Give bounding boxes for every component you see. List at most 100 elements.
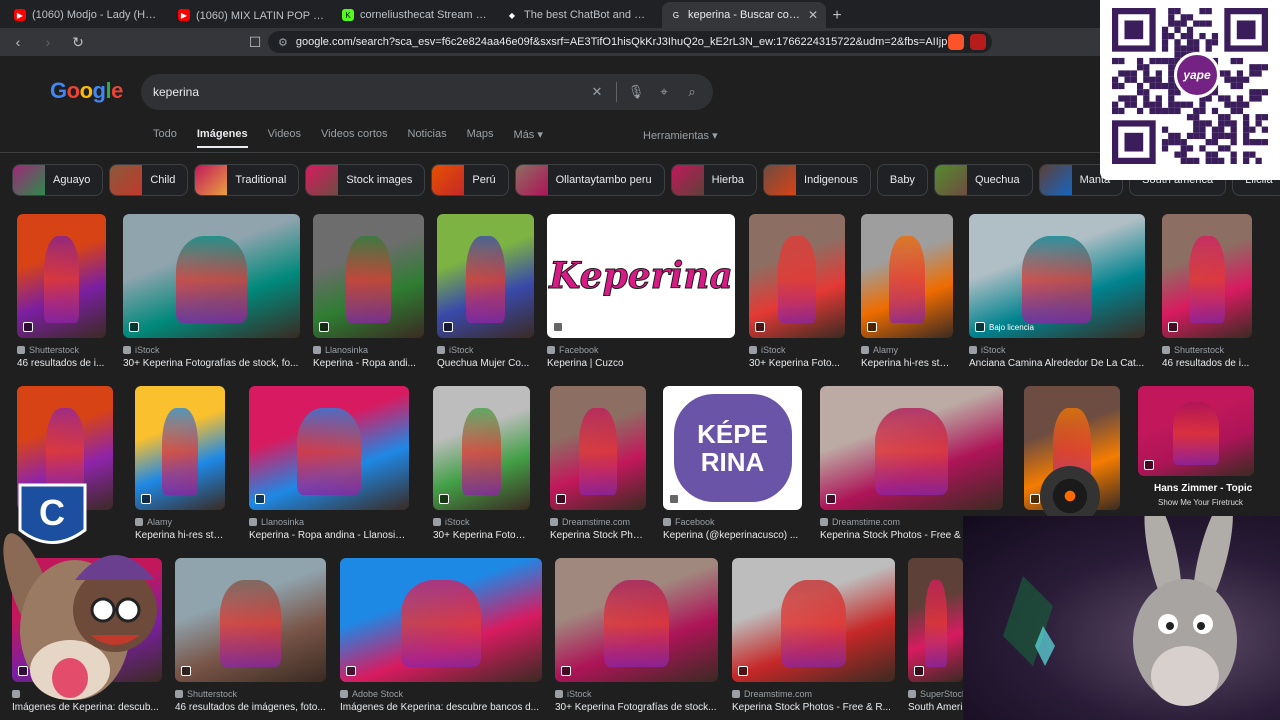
image-result[interactable]: [1162, 214, 1252, 338]
source-favicon-icon: [969, 346, 977, 354]
result-meta[interactable]: Dreamstime.com Keperina Stock Photos - Fr…: [732, 688, 895, 713]
address-bar[interactable]: ⚙ google.com/search?sca_esv=f6c2e824aa46…: [268, 31, 992, 53]
image-result[interactable]: [340, 558, 542, 682]
nav-tab[interactable]: Videos: [268, 128, 301, 148]
result-meta[interactable]: iStock Quechua Mujer Co...: [437, 344, 534, 369]
microphone-icon[interactable]: 🎙: [627, 83, 645, 101]
tab-title: keperina - Buscar con Google: [688, 9, 802, 21]
suggestion-chip[interactable]: Stock images: [305, 164, 426, 196]
chip-label: Child: [150, 174, 176, 186]
chip-label: Quechua: [974, 174, 1020, 186]
image-result[interactable]: [550, 386, 646, 510]
nav-tab[interactable]: Más ▾: [514, 128, 543, 148]
image-result[interactable]: [433, 386, 530, 510]
close-tab-icon[interactable]: ✕: [808, 8, 818, 22]
result-meta[interactable]: iStock 30+ Keperina Fotogr...: [433, 516, 530, 541]
site-info-icon[interactable]: ⚙: [278, 36, 288, 49]
source-favicon-icon: [663, 518, 671, 526]
image-badge-icon: [553, 322, 563, 332]
google-logo[interactable]: Google: [50, 78, 123, 104]
result-title: Anciana Camina Alrededor De La Cat...: [969, 358, 1145, 369]
reload-icon[interactable]: ↻: [68, 32, 88, 52]
image-result[interactable]: [861, 214, 953, 338]
image-result[interactable]: [908, 558, 963, 682]
result-title: 46 resultados de i...: [17, 358, 105, 369]
nav-tab[interactable]: Todo: [153, 128, 177, 148]
result-meta[interactable]: iStock Anciana Camina Alrededor De La Cat…: [969, 344, 1145, 369]
suggestion-chip[interactable]: Ollantaytambo peru: [514, 164, 665, 196]
image-badge-icon: [914, 666, 924, 676]
result-title: Keperina - Ropa andina - Llanosinka ...: [249, 530, 409, 541]
image-result[interactable]: [732, 558, 895, 682]
suggestion-chip[interactable]: Aguayo: [12, 164, 104, 196]
suggestion-chip[interactable]: Hierba: [670, 164, 758, 196]
back-icon[interactable]: ‹: [8, 32, 28, 52]
image-result[interactable]: [555, 558, 718, 682]
nav-tab[interactable]: Imágenes: [196, 128, 248, 148]
tab-title: (1060) Modjo - Lady (Hear Me To: [32, 9, 162, 21]
result-meta[interactable]: Dreamstime.com Keperina Stock Phot...: [550, 516, 646, 541]
tab-favicon-icon: G: [672, 10, 680, 20]
suggestion-chip[interactable]: Indigenous: [763, 164, 871, 196]
image-badge-icon: [443, 322, 453, 332]
result-meta[interactable]: Shutterstock 46 resultados de i...: [17, 344, 107, 369]
image-result[interactable]: [1138, 386, 1254, 476]
tools-button[interactable]: Herramientas ▾: [643, 129, 718, 142]
photo-subject: [603, 580, 670, 668]
bookmark-icon[interactable]: ☐: [245, 32, 265, 52]
chip-thumbnail: [195, 165, 228, 195]
image-result[interactable]: [175, 558, 326, 682]
forward-icon[interactable]: ›: [38, 32, 58, 52]
result-meta[interactable]: iStock 30+ Keperina Fotografías de stock,…: [123, 344, 300, 369]
clear-icon[interactable]: ✕: [588, 83, 606, 101]
browser-tab[interactable]: ◆ The best ChatBot and Widgets for Ki: [498, 2, 662, 28]
result-source: Shutterstock: [1174, 345, 1225, 355]
image-result[interactable]: [749, 214, 845, 338]
brave-shield-icon[interactable]: [948, 34, 964, 50]
rewards-icon[interactable]: [970, 34, 986, 50]
suggestion-chip[interactable]: Perú: [431, 164, 509, 196]
suggestion-chip[interactable]: Child: [109, 164, 189, 196]
browser-tab[interactable]: Kcorneliusthecat Stream - Watch Live: [334, 2, 498, 28]
search-icon[interactable]: ⌕: [683, 83, 701, 101]
result-meta[interactable]: Shutterstock 46 resultados de i...: [1162, 344, 1252, 369]
photo-subject: [888, 236, 926, 324]
image-result[interactable]: [17, 214, 106, 338]
nav-tab[interactable]: Videos cortos: [321, 128, 387, 148]
result-meta[interactable]: iStock 30+ Keperina Foto...: [749, 344, 845, 369]
result-title: Keperina | Cuzco: [547, 358, 624, 369]
nav-tab[interactable]: Noticias: [408, 128, 447, 148]
image-result[interactable]: [437, 214, 534, 338]
image-result[interactable]: [249, 386, 409, 510]
browser-tab[interactable]: ▶ (1060) MIX LATIN POP 🎵 Clásicos (: [170, 2, 334, 28]
browser-tab[interactable]: ▶ (1060) Modjo - Lady (Hear Me To: [6, 2, 170, 28]
search-input[interactable]: [153, 85, 578, 99]
streamer-avatar-left: C: [0, 470, 170, 720]
result-meta[interactable]: Adobe Stock Imágenes de Keperina: descubr…: [340, 688, 542, 713]
lens-icon[interactable]: ⌖: [655, 83, 673, 101]
result-meta[interactable]: Facebook Keperina (@keperinacusco) ...: [663, 516, 802, 541]
result-meta[interactable]: iStock 30+ Keperina Fotografías de stock.…: [555, 688, 718, 713]
tab-title: (1060) MIX LATIN POP 🎵 Clásicos (: [196, 9, 326, 22]
image-result[interactable]: [820, 386, 1003, 510]
result-meta[interactable]: Llanosinka Keperina - Ropa andi...: [313, 344, 424, 369]
image-result[interactable]: KÉPE RINA: [663, 386, 802, 510]
result-meta[interactable]: Alamy Keperina hi-res sto...: [861, 344, 953, 369]
result-meta[interactable]: Shutterstock 46 resultados de imágenes, f…: [175, 688, 326, 713]
image-badge-icon: [1030, 494, 1040, 504]
nav-tab[interactable]: Maps: [467, 128, 494, 148]
suggestion-chip[interactable]: Quechua: [933, 164, 1033, 196]
photo-subject: [176, 236, 247, 324]
image-result[interactable]: Keperina: [547, 214, 735, 338]
result-meta[interactable]: Facebook Keperina | Cuzco: [547, 344, 735, 369]
image-result[interactable]: [313, 214, 424, 338]
image-badge-icon: [129, 322, 139, 332]
browser-tab[interactable]: Gkeperina - Buscar con Google ✕: [662, 2, 826, 28]
result-meta[interactable]: Llanosinka Keperina - Ropa andina - Llano…: [249, 516, 409, 541]
suggestion-chip[interactable]: Traditional: [194, 164, 300, 196]
source-favicon-icon: [249, 518, 257, 526]
image-result[interactable]: [123, 214, 300, 338]
suggestion-chip[interactable]: Baby: [876, 164, 928, 196]
new-tab-button[interactable]: +: [826, 4, 848, 28]
image-result[interactable]: Bajo licencia: [969, 214, 1145, 338]
